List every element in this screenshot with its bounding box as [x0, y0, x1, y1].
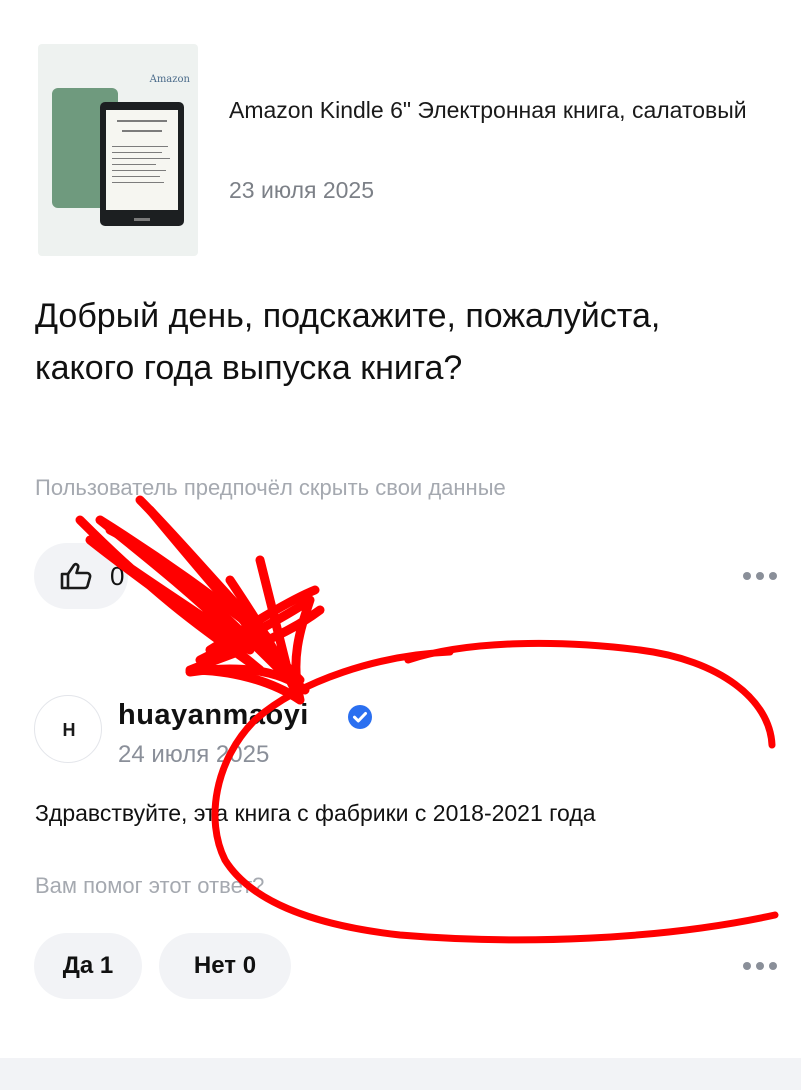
answer-more-icon[interactable]: [741, 956, 783, 976]
thumbs-up-icon: [60, 562, 92, 590]
avatar-letter: H: [62, 720, 76, 740]
avatar[interactable]: H: [34, 695, 102, 763]
next-section-divider: [0, 1058, 801, 1090]
answer-date: 24 июля 2025: [118, 741, 270, 768]
answer-text: Здравствуйте, эта книга с фабрики с 2018…: [35, 800, 596, 826]
thumbnail-brand-logo: Amazon: [149, 74, 190, 85]
like-count: 0: [110, 561, 125, 591]
product-thumbnail[interactable]: Amazon: [38, 44, 198, 256]
helpful-question: Вам помог этот ответ?: [35, 873, 265, 898]
question-text: Добрый день, подскажите, пожалуйста, как…: [35, 297, 661, 387]
vote-no-button[interactable]: Нет 0: [159, 933, 291, 999]
vote-yes-button[interactable]: Да 1: [34, 933, 142, 999]
kindle-screen: [106, 110, 178, 210]
product-card[interactable]: Amazon Amazon Kindle 6" Электронная книг…: [38, 44, 778, 258]
like-button[interactable]: 0: [34, 543, 128, 609]
red-circle-annotation: [211, 639, 779, 944]
verified-check-icon: [348, 705, 372, 729]
product-title[interactable]: Amazon Kindle 6" Электронная книга, сала…: [229, 92, 778, 128]
question-more-icon[interactable]: [741, 566, 783, 586]
product-date: 23 июля 2025: [229, 177, 374, 203]
kindle-ereader-icon: [100, 102, 184, 226]
kindle-logo: [134, 218, 150, 221]
question-author-note: Пользователь предпочёл скрыть свои данны…: [35, 475, 506, 500]
answer-author-name[interactable]: huayanmaoyi: [118, 697, 309, 733]
